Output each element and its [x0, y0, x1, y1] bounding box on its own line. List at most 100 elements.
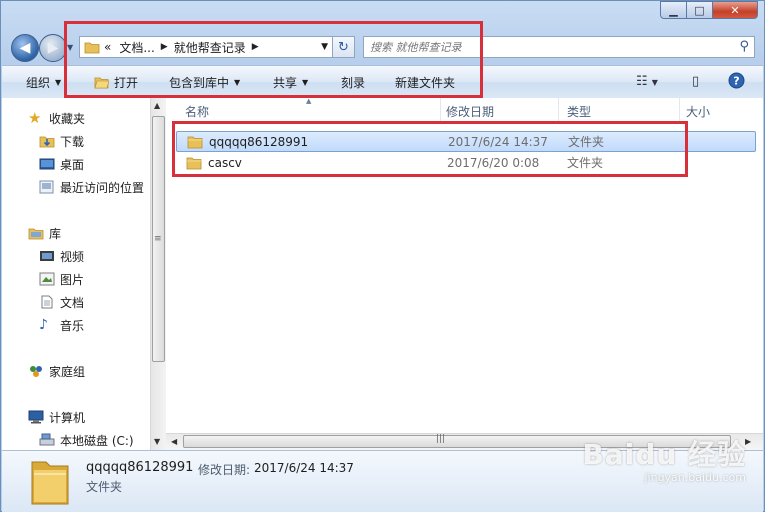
minimize-button[interactable]: ▁ — [660, 1, 687, 19]
table-row[interactable]: cascv 2017/6/20 0:08 文件夹 — [176, 152, 756, 173]
recent-pages-dropdown[interactable]: ▼ — [67, 43, 73, 52]
computer-icon — [28, 410, 44, 424]
share-button[interactable]: 共享 ▼ — [273, 66, 308, 98]
nav-recent-places[interactable]: 最近访问的位置 — [39, 177, 144, 197]
nav-videos[interactable]: 视频 — [39, 246, 84, 266]
nav-music[interactable]: ♪ 音乐 — [39, 315, 84, 335]
nav-downloads-label: 下载 — [60, 134, 85, 149]
address-overflow[interactable]: « — [100, 40, 115, 54]
nav-homegroup[interactable]: 家庭组 — [28, 361, 85, 381]
chevron-right-icon[interactable]: ▶ — [159, 42, 170, 52]
address-segment-current[interactable]: 就他帮查记录 — [170, 39, 250, 56]
navigation-pane: ★ 收藏夹 下载 桌面 最近访问的位置 库 视频 图片 文档 ♪ 音乐 家庭组 … — [2, 98, 150, 450]
help-button[interactable]: ? — [728, 72, 745, 93]
libraries-icon — [28, 228, 44, 240]
back-arrow-icon: ◀ — [19, 40, 31, 56]
file-type: 文件夹 — [568, 135, 605, 149]
close-button[interactable]: ✕ — [713, 1, 758, 19]
nav-computer-label: 计算机 — [49, 410, 86, 425]
hard-drive-icon — [39, 433, 55, 446]
help-icon: ? — [728, 72, 745, 89]
chevron-down-icon: ▼ — [302, 77, 309, 87]
videos-icon — [40, 251, 54, 261]
refresh-button[interactable]: ↻ — [332, 36, 355, 58]
nav-documents[interactable]: 文档 — [39, 292, 84, 312]
back-button[interactable]: ◀ — [11, 34, 39, 62]
folder-icon — [31, 461, 69, 505]
open-button[interactable]: 打开 — [94, 66, 138, 98]
column-date-label: 修改日期 — [446, 104, 495, 119]
downloads-folder-icon — [39, 136, 55, 148]
new-folder-button[interactable]: 新建文件夹 — [395, 66, 455, 98]
chevron-down-icon: ▼ — [234, 77, 241, 87]
preview-pane-button[interactable]: ▯ — [692, 74, 699, 89]
column-type-label: 类型 — [567, 104, 592, 119]
new-folder-label: 新建文件夹 — [395, 75, 456, 90]
refresh-icon: ↻ — [338, 39, 349, 55]
scroll-down-arrow-icon[interactable]: ▼ — [154, 437, 160, 446]
change-view-button[interactable]: ☷ ▼ — [636, 74, 658, 89]
open-folder-icon — [94, 77, 110, 89]
include-in-library-button[interactable]: 包含到库中 ▼ — [169, 66, 240, 98]
scrollbar-grip-icon: ||| — [436, 434, 446, 444]
desktop-icon — [39, 158, 55, 170]
nav-videos-label: 视频 — [60, 249, 85, 264]
folder-icon — [84, 42, 100, 54]
navigation-pane-scrollbar[interactable]: ▲ ≡ ▼ — [150, 98, 166, 450]
column-header-type[interactable]: 类型 — [559, 98, 680, 124]
address-dropdown-icon[interactable]: ▼ — [321, 42, 328, 52]
nav-pictures[interactable]: 图片 — [39, 269, 84, 289]
scroll-up-arrow-icon[interactable]: ▲ — [154, 101, 160, 110]
star-icon: ★ — [28, 109, 42, 127]
column-size-label: 大小 — [686, 104, 711, 119]
nav-pictures-label: 图片 — [60, 272, 85, 287]
preview-pane-icon: ▯ — [692, 74, 700, 89]
file-list: ▲ 名称 修改日期 类型 大小 qqqqq86128991 2017/6/24 … — [166, 97, 763, 450]
nav-libraries[interactable]: 库 — [28, 223, 61, 243]
search-box[interactable]: ⚲ — [363, 36, 755, 58]
address-bar[interactable]: « 文档... ▶ 就他帮查记录 ▶ ▼ — [79, 36, 355, 58]
burn-label: 刻录 — [341, 75, 366, 90]
documents-icon — [41, 295, 53, 309]
share-label: 共享 — [273, 75, 298, 90]
nav-favorites-label: 收藏夹 — [49, 111, 86, 126]
search-input[interactable] — [364, 39, 732, 55]
folder-icon — [187, 136, 203, 148]
file-date: 2017/6/20 0:08 — [447, 155, 540, 170]
table-row[interactable]: qqqqq86128991 2017/6/24 14:37 文件夹 — [176, 131, 756, 152]
file-date: 2017/6/24 14:37 — [448, 134, 548, 149]
chevron-down-icon: ▼ — [651, 78, 658, 87]
nav-downloads[interactable]: 下载 — [39, 131, 84, 151]
column-header-size[interactable]: 大小 — [678, 98, 763, 124]
scroll-left-arrow-icon[interactable]: ◀ — [171, 437, 177, 446]
column-header-name[interactable]: 名称 — [177, 98, 441, 124]
nav-desktop[interactable]: 桌面 — [39, 154, 84, 174]
watermark: Baidu 经验 jingyan.baidu.com — [582, 433, 746, 484]
forward-arrow-icon: ▶ — [47, 40, 59, 56]
maximize-button[interactable]: □ — [687, 1, 713, 19]
nav-computer[interactable]: 计算机 — [28, 407, 85, 427]
organize-label: 组织 — [26, 75, 51, 90]
nav-favorites[interactable]: ★ 收藏夹 — [28, 108, 85, 128]
watermark-logo: Baidu 经验 — [582, 438, 746, 471]
details-file-name: qqqqq86128991 — [86, 460, 194, 475]
address-segment-documents[interactable]: 文档... — [115, 39, 158, 56]
nav-documents-label: 文档 — [60, 295, 85, 310]
music-icon: ♪ — [39, 317, 48, 333]
forward-button[interactable]: ▶ — [39, 34, 67, 62]
folder-icon — [186, 157, 202, 169]
scrollbar-grip-icon: ≡ — [154, 234, 162, 244]
organize-button[interactable]: 组织 ▼ — [26, 66, 61, 98]
nav-desktop-label: 桌面 — [60, 157, 85, 172]
details-date-label: 修改日期: — [198, 463, 251, 477]
burn-button[interactable]: 刻录 — [341, 66, 365, 98]
chevron-right-icon[interactable]: ▶ — [250, 42, 261, 52]
explorer-window: ▁ □ ✕ ◀ ▶ ▼ « 文档... ▶ 就他帮查记录 ▶ ▼ ↻ ⚲ 组织 ▼… — [0, 0, 765, 512]
nav-local-disk[interactable]: 本地磁盘 (C:) — [39, 430, 134, 450]
view-list-icon: ☷ — [636, 74, 648, 89]
nav-libraries-label: 库 — [49, 226, 62, 241]
column-header-date[interactable]: 修改日期 — [438, 98, 559, 124]
homegroup-icon — [30, 366, 42, 377]
search-icon[interactable]: ⚲ — [739, 39, 749, 54]
chevron-down-icon: ▼ — [55, 77, 62, 87]
